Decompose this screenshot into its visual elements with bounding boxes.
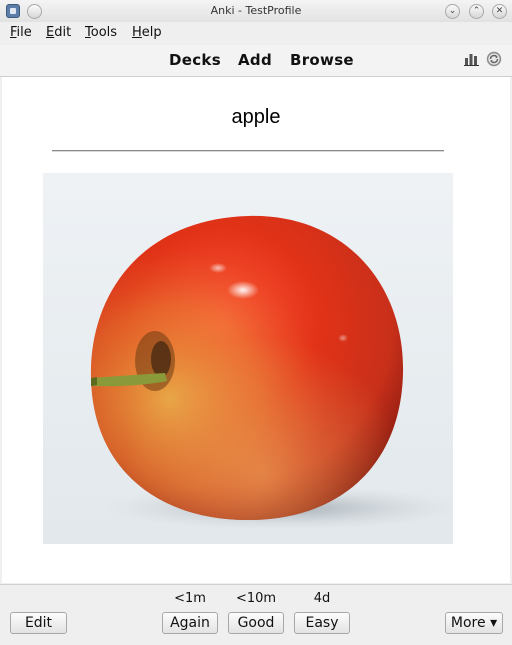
minimize-button[interactable]: ⌄ xyxy=(445,4,460,19)
close-button[interactable]: ✕ xyxy=(492,4,507,19)
good-interval: <10m xyxy=(235,591,277,606)
red-apple-photo xyxy=(43,173,453,544)
answer-divider xyxy=(52,150,444,152)
answer-bar: <1m <10m 4d Edit Again Good Easy More ▾ xyxy=(0,584,512,645)
menu-edit[interactable]: Edit xyxy=(46,25,71,40)
sync-icon[interactable] xyxy=(486,51,502,67)
menu-help[interactable]: Help xyxy=(132,25,162,40)
browse-link[interactable]: Browse xyxy=(290,51,354,69)
decks-link[interactable]: Decks xyxy=(169,51,221,69)
again-button[interactable]: Again xyxy=(162,612,218,634)
card-view: apple xyxy=(2,77,510,583)
main-toolbar: Decks Add Browse xyxy=(0,45,512,77)
card-front-text: apple xyxy=(231,106,281,128)
edit-button[interactable]: Edit xyxy=(10,612,67,634)
add-link[interactable]: Add xyxy=(238,51,272,69)
maximize-button[interactable]: ⌃ xyxy=(469,4,484,19)
menu-file[interactable]: File xyxy=(10,25,32,40)
good-button[interactable]: Good xyxy=(228,612,284,634)
title-bar: Anki - TestProfile ⌄ ⌃ ✕ xyxy=(0,0,512,22)
easy-interval: 4d xyxy=(313,591,331,606)
window-title: Anki - TestProfile xyxy=(210,4,302,17)
menu-tools[interactable]: Tools xyxy=(85,25,117,40)
stats-icon[interactable] xyxy=(464,52,480,66)
again-interval: <1m xyxy=(174,591,206,606)
menu-bar: File Edit Tools Help xyxy=(0,22,512,44)
more-button[interactable]: More ▾ xyxy=(445,612,503,634)
easy-button[interactable]: Easy xyxy=(294,612,350,634)
